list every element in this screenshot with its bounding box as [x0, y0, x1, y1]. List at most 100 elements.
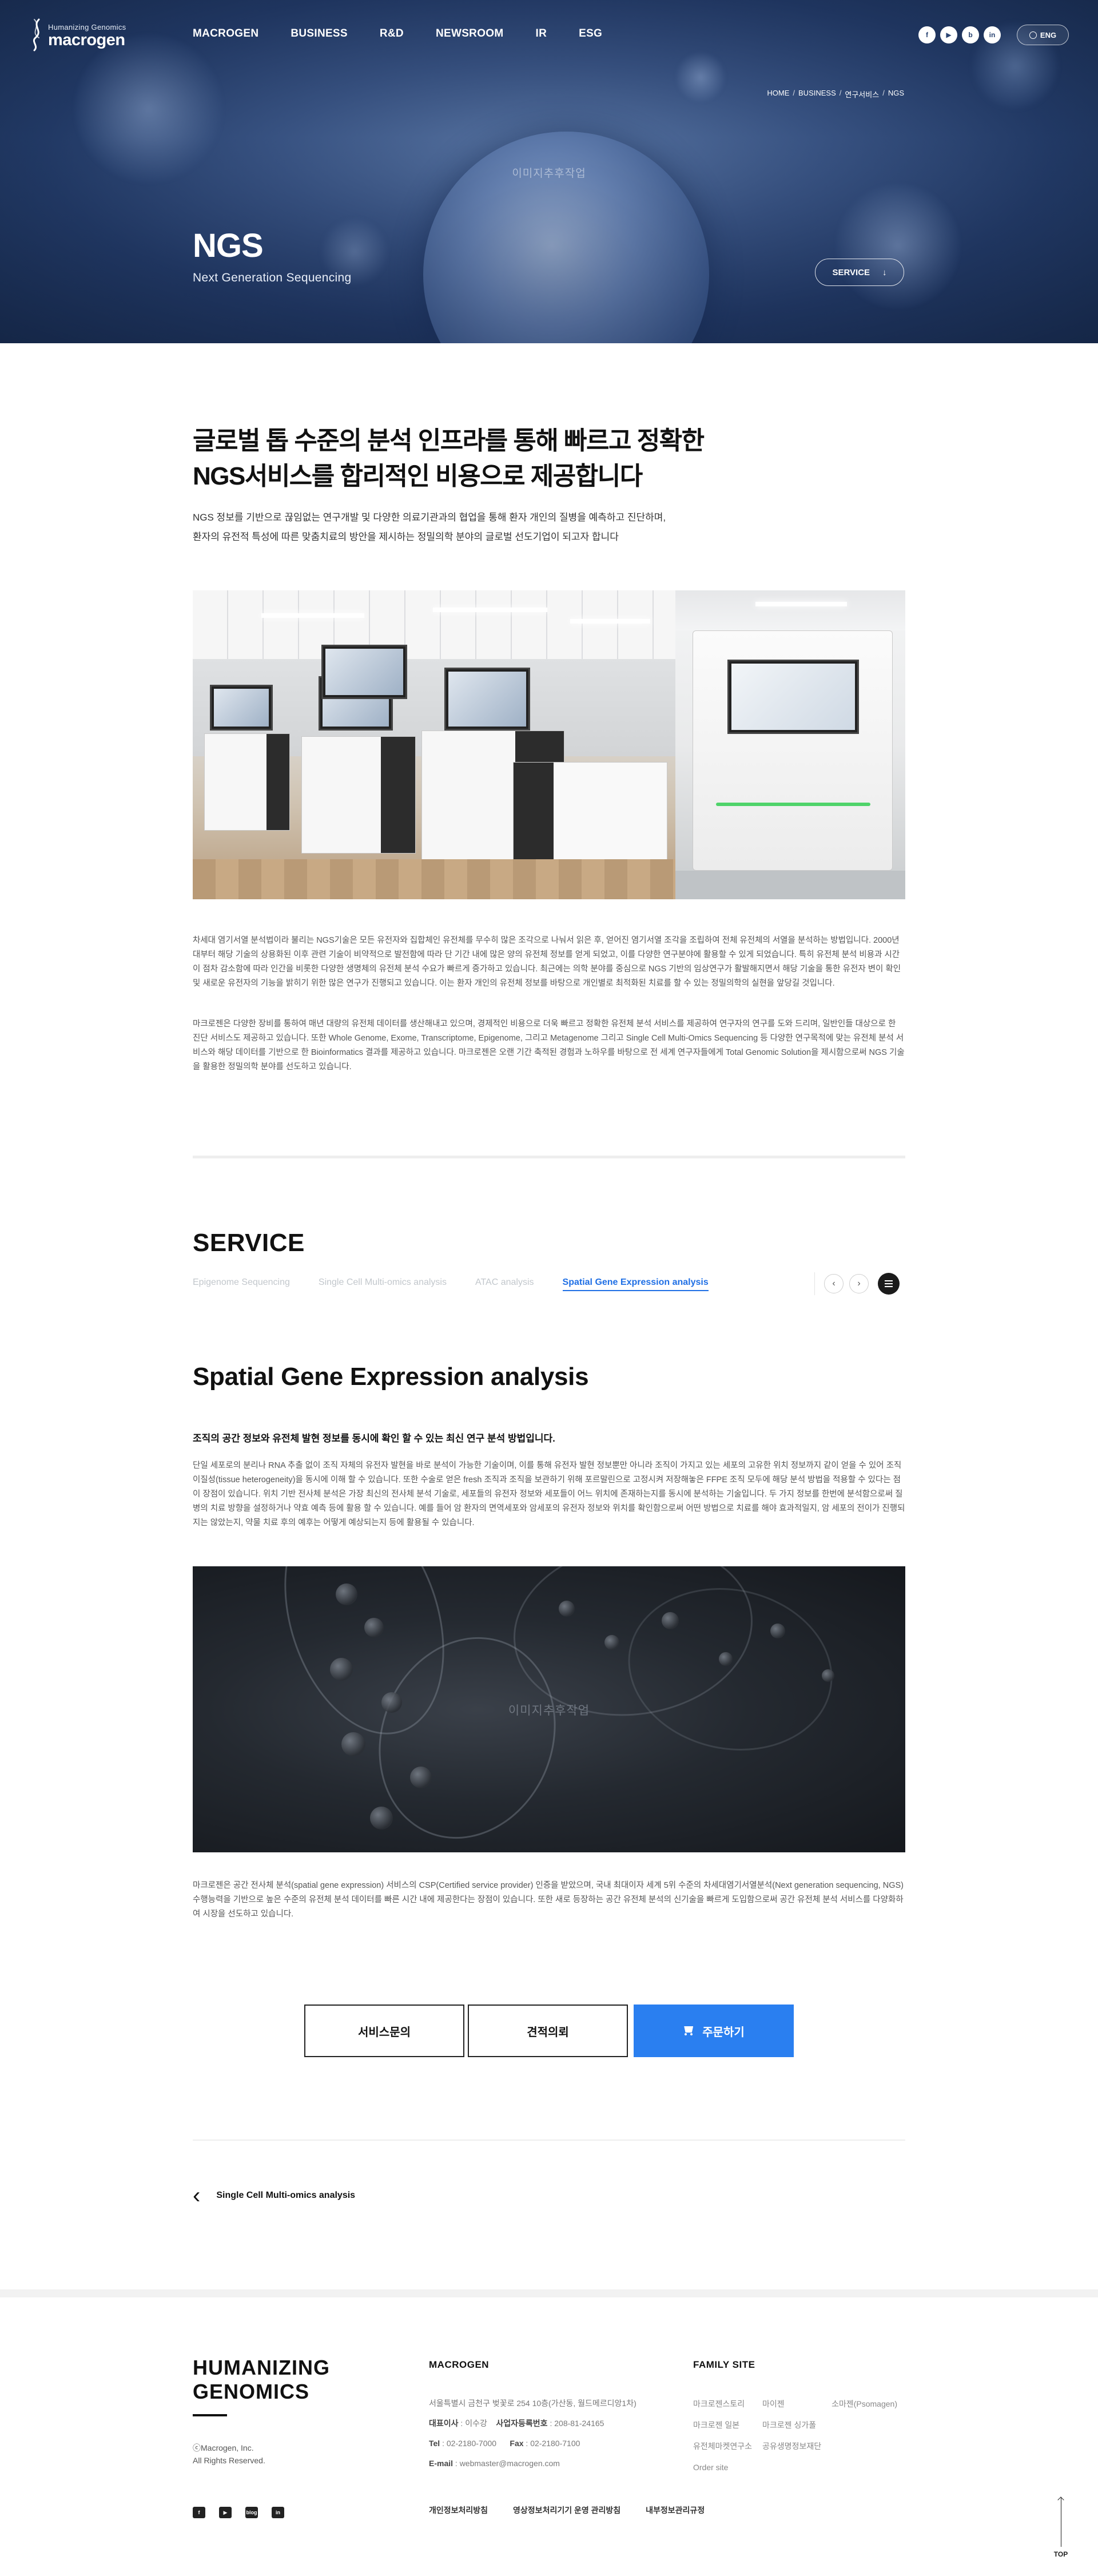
linkedin-icon[interactable]: in: [984, 26, 1001, 43]
linkedin-icon[interactable]: in: [272, 2507, 284, 2518]
service-button-label: SERVICE: [832, 267, 870, 277]
internal-info-policy-link[interactable]: 내부정보관리규정: [646, 2504, 705, 2516]
family-site-links: 마크로젠스토리 마이젠 소마젠(Psomagen) 마크로젠 일본 마크로젠 싱…: [693, 2394, 910, 2478]
photo-ceiling-light: [261, 613, 364, 618]
cctv-policy-link[interactable]: 영상정보처리기기 운영 관리방침: [513, 2504, 620, 2516]
photo-monitor: [210, 685, 273, 731]
intro-description: NGS 정보를 기반으로 끊임없는 연구개발 및 다양한 의료기관과의 협업을 …: [193, 508, 765, 547]
footer-email-link[interactable]: webmaster@macrogen.com: [460, 2459, 560, 2468]
dna-bead: [559, 1601, 575, 1617]
sge-lead: 조직의 공간 정보와 유전체 발현 정보를 동시에 확인 할 수 있는 최신 연…: [193, 1433, 555, 1444]
dna-bead: [719, 1652, 733, 1666]
footer-biz-no: 208-81-24165: [554, 2419, 604, 2428]
youtube-icon[interactable]: ▶: [219, 2507, 232, 2518]
dna-bead: [370, 1807, 393, 1829]
blog-icon[interactable]: blog: [245, 2507, 258, 2518]
sge-paragraph: 단일 세포로의 분리나 RNA 추출 없이 조직 자체의 유전자 발현을 바로 …: [193, 1461, 905, 1527]
facebook-icon[interactable]: f: [193, 2507, 205, 2518]
service-inquiry-button[interactable]: 서비스문의: [304, 2005, 464, 2057]
footer-address: 서울특별시 금천구 벚꽃로 254 10층(가산동, 월드메르디앙1차): [429, 2399, 636, 2408]
dna-bead: [604, 1635, 619, 1650]
facebook-icon[interactable]: f: [918, 26, 936, 43]
youtube-icon[interactable]: ▶: [940, 26, 957, 43]
family-site-link[interactable]: 소마젠(Psomagen): [832, 2394, 897, 2415]
footer-copyright: ⓒMacrogen, Inc. All Rights Reserved.: [193, 2442, 265, 2467]
section-divider: [193, 2140, 905, 2141]
breadcrumb-separator: /: [839, 89, 842, 97]
tab-spatial-gene-expression[interactable]: Spatial Gene Expression analysis: [562, 1277, 709, 1291]
footer-ceo-row: 대표이사 : 이수강 사업자등록번호 : 208-81-24165: [429, 2419, 604, 2428]
scroll-top-label: TOP: [1053, 2550, 1068, 2558]
footer-ceo-label: 대표이사: [429, 2419, 459, 2428]
footer-fax: 02-2180-7100: [530, 2439, 580, 2448]
dna-image: 이미지추후작업: [193, 1566, 905, 1852]
globe-icon: [1029, 31, 1037, 39]
blog-icon[interactable]: b: [962, 26, 979, 43]
breadcrumb: HOME / BUSINESS / 연구서비스 / NGS: [767, 89, 904, 100]
nav-item-ir[interactable]: IR: [535, 27, 547, 40]
scroll-top-button[interactable]: TOP: [1052, 2498, 1069, 2561]
tab-next-button[interactable]: ›: [849, 1274, 869, 1293]
dna-bead: [770, 1624, 785, 1638]
family-site-link[interactable]: Order site: [693, 2457, 752, 2478]
footer-brand-underline: [193, 2414, 227, 2416]
tab-atac-analysis[interactable]: ATAC analysis: [475, 1277, 534, 1291]
tab-single-cell-multiomics[interactable]: Single Cell Multi-omics analysis: [319, 1277, 447, 1291]
language-button[interactable]: ENG: [1017, 25, 1069, 45]
intro-heading-line: 글로벌 톱 수준의 분석 인프라를 통해 빠르고 정확한: [193, 427, 705, 455]
tab-menu-button[interactable]: [878, 1273, 900, 1295]
family-site-link[interactable]: 마크로젠 싱가폴: [762, 2415, 821, 2436]
photo-ceiling-light: [433, 608, 547, 612]
copyright-line: All Rights Reserved.: [193, 2456, 265, 2465]
sge-heading: Spatial Gene Expression analysis: [193, 1363, 589, 1391]
privacy-policy-link[interactable]: 개인정보처리방침: [429, 2504, 488, 2516]
chevron-left-icon: ‹: [832, 1279, 836, 1288]
breadcrumb-business[interactable]: BUSINESS: [798, 89, 836, 100]
family-site-link[interactable]: 마크로젠 일본: [693, 2415, 752, 2436]
footer-fax-label: Fax: [510, 2439, 524, 2448]
family-site-link[interactable]: 공유생명정보재단: [762, 2436, 821, 2457]
service-scroll-button[interactable]: SERVICE ↓: [815, 259, 904, 286]
photo-monitor: [727, 660, 859, 734]
macrogen-logo[interactable]: Humanizing Genomics macrogen: [29, 17, 137, 53]
nav-item-rnd[interactable]: R&D: [380, 27, 404, 40]
tab-controls-divider: [814, 1272, 815, 1295]
photo-ceiling-light: [755, 602, 847, 606]
tab-epigenome-sequencing[interactable]: Epigenome Sequencing: [193, 1277, 290, 1291]
prev-service-link[interactable]: ‹ Single Cell Multi-omics analysis: [193, 2184, 355, 2207]
nav-item-business[interactable]: BUSINESS: [291, 27, 348, 40]
intro-heading: 글로벌 톱 수준의 분석 인프라를 통해 빠르고 정확한 NGS서비스를 합리적…: [193, 423, 765, 494]
section-divider: [193, 1156, 905, 1158]
hamburger-icon: [885, 1283, 893, 1284]
order-button[interactable]: 주문하기: [634, 2005, 794, 2057]
order-button-label: 주문하기: [702, 2026, 745, 2039]
photo-ceiling: [193, 590, 675, 659]
footer-family-title: FAMILY SITE: [693, 2359, 755, 2370]
language-label: ENG: [1040, 30, 1057, 39]
breadcrumb-home[interactable]: HOME: [767, 89, 789, 100]
nav-item-newsroom[interactable]: NEWSROOM: [436, 27, 504, 40]
footer-company-info: 서울특별시 금천구 벚꽃로 254 10층(가산동, 월드메르디앙1차) 대표이…: [429, 2394, 636, 2474]
hero-banner: Humanizing Genomics macrogen MACROGEN BU…: [0, 0, 1098, 343]
intro-description-line: 환자의 유전적 특성에 따른 맞춤치료의 방안을 제시하는 정밀의학 분야의 글…: [193, 531, 619, 542]
nav-item-macrogen[interactable]: MACROGEN: [193, 27, 258, 40]
tab-prev-button[interactable]: ‹: [824, 1274, 844, 1293]
dna-bead: [822, 1669, 834, 1682]
breadcrumb-separator: /: [793, 89, 795, 97]
footer-email-row: E-mail : webmaster@macrogen.com: [429, 2459, 560, 2468]
family-site-link[interactable]: 마이젠: [762, 2394, 821, 2415]
breadcrumb-current: NGS: [888, 89, 904, 97]
logo-mark-icon: [33, 18, 40, 51]
footer-company-title: MACROGEN: [429, 2359, 490, 2370]
lab-photo-sequencers: [193, 590, 675, 899]
footer-brand: HUMANIZING GENOMICS: [193, 2356, 330, 2404]
nav-item-esg[interactable]: ESG: [579, 27, 602, 40]
quote-request-button[interactable]: 견적의뢰: [468, 2005, 628, 2057]
family-site-link[interactable]: 유전체마켓연구소: [693, 2436, 752, 2457]
header-sns: f ▶ b in: [918, 26, 1001, 43]
breadcrumb-research-service[interactable]: 연구서비스: [845, 89, 879, 100]
ngs-intro-paragraph: 차세대 염기서열 분석법이라 불리는 NGS기술은 모든 유전자와 집합체인 유…: [193, 936, 901, 988]
logo-tagline: Humanizing Genomics: [48, 23, 126, 31]
family-site-link[interactable]: 마크로젠스토리: [693, 2394, 752, 2415]
logo-wordmark: macrogen: [48, 31, 125, 49]
